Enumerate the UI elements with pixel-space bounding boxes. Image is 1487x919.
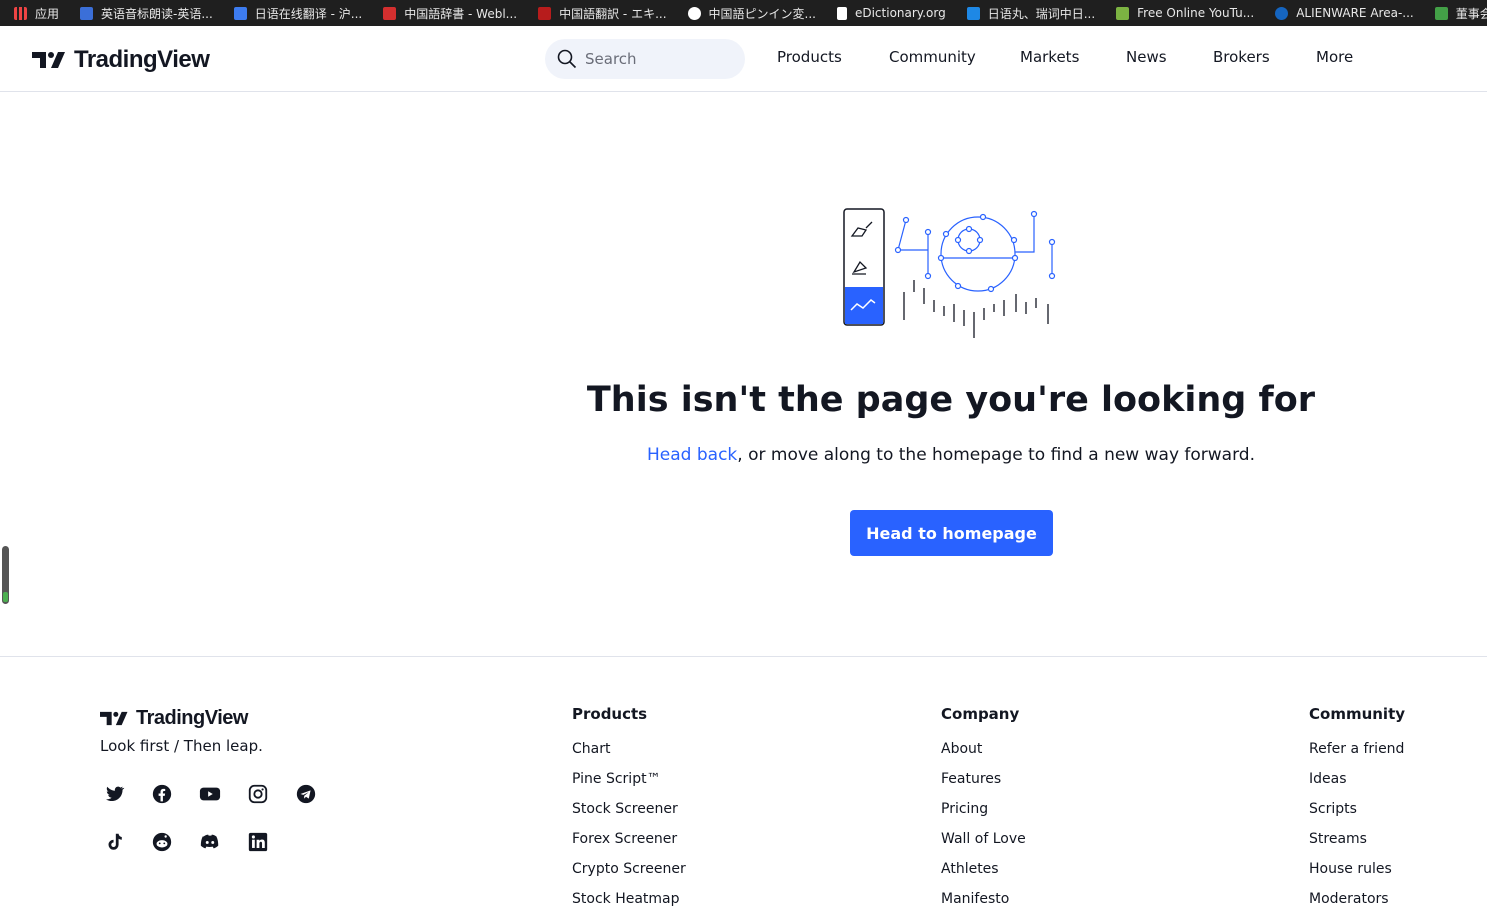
site-icon <box>966 6 980 20</box>
reddit-icon[interactable] <box>150 830 174 854</box>
footer-link[interactable]: House rules <box>1309 859 1405 889</box>
telegram-icon[interactable] <box>294 782 318 806</box>
footer-link[interactable]: Athletes <box>941 859 1026 889</box>
bookmark[interactable]: Free Online YouTu... <box>1102 0 1261 26</box>
bookmark[interactable]: 日语丸、瑞词中日... <box>953 0 1102 26</box>
footer-link[interactable]: Streams <box>1309 829 1405 859</box>
footer-link[interactable]: Stock Screener <box>572 799 686 829</box>
site-icon <box>233 6 247 20</box>
footer-column-community: Community Refer a friend Ideas Scripts S… <box>1309 705 1405 919</box>
facebook-icon[interactable] <box>150 782 174 806</box>
bookmark[interactable]: 中国語辞書 - Webl... <box>369 0 524 26</box>
tagline: Look first / Then leap. <box>100 737 263 755</box>
site-icon <box>1275 6 1289 20</box>
site-icon <box>687 6 701 20</box>
footer-link[interactable]: Forex Screener <box>572 829 686 859</box>
footer-link[interactable]: Pricing <box>941 799 1026 829</box>
site-footer: TradingView Look first / Then leap. Prod… <box>0 656 1487 907</box>
nav-more[interactable]: More <box>1316 48 1353 66</box>
tradingview-logo-icon <box>100 711 128 726</box>
bookmark[interactable]: 中国語翻訳 - エキ... <box>524 0 673 26</box>
site-icon <box>80 6 94 20</box>
footer-link[interactable]: Refer a friend <box>1309 739 1405 769</box>
bookmark[interactable]: ALIENWARE Area-... <box>1261 0 1421 26</box>
footer-link[interactable]: Scripts <box>1309 799 1405 829</box>
search-icon <box>557 49 577 69</box>
scroll-indicator <box>2 546 9 604</box>
bookmark[interactable]: 日语在线翻译 - 沪... <box>220 0 369 26</box>
linkedin-icon[interactable] <box>246 830 270 854</box>
bookmark-apps[interactable]: 应用 <box>0 0 66 26</box>
download-icon <box>1116 6 1130 20</box>
twitter-icon[interactable] <box>102 782 126 806</box>
bookmark[interactable]: 董事会指数 <box>1421 0 1487 26</box>
site-header: TradingView Products Community Markets N… <box>0 26 1487 92</box>
nav-community[interactable]: Community <box>889 48 976 66</box>
search-box[interactable] <box>545 39 745 79</box>
bookmark[interactable]: 英语音标朗读-英语... <box>66 0 220 26</box>
search-input[interactable] <box>585 50 735 68</box>
tradingview-logo[interactable]: TradingView <box>32 46 210 74</box>
apps-grid-icon <box>14 6 27 20</box>
tiktok-icon[interactable] <box>102 830 126 854</box>
footer-logo[interactable]: TradingView <box>100 707 248 730</box>
site-icon <box>383 6 397 20</box>
bookmarks-bar: 应用 英语音标朗读-英语... 日语在线翻译 - 沪... 中国語辞書 - We… <box>0 0 1487 26</box>
footer-link[interactable]: Pine Script™ <box>572 769 686 799</box>
footer-link[interactable]: Features <box>941 769 1026 799</box>
footer-link[interactable]: Crypto Screener <box>572 859 686 889</box>
footer-link[interactable]: About <box>941 739 1026 769</box>
footer-link[interactable]: Stock Heatmap <box>572 889 686 919</box>
nav-news[interactable]: News <box>1126 48 1167 66</box>
footer-link[interactable]: Manifesto <box>941 889 1026 919</box>
discord-icon[interactable] <box>198 830 222 854</box>
column-title: Products <box>572 705 648 723</box>
bookmark[interactable]: 中国語ピンイン変... <box>674 0 823 26</box>
bookmark[interactable]: eDictionary.org <box>823 0 953 26</box>
document-icon <box>836 6 847 20</box>
nav-products[interactable]: Products <box>777 48 842 66</box>
footer-link[interactable]: Moderators <box>1309 889 1405 919</box>
footer-link[interactable]: Ideas <box>1309 769 1405 799</box>
site-icon <box>1434 6 1448 20</box>
head-back-link[interactable]: Head back <box>647 445 737 465</box>
instagram-icon[interactable] <box>246 782 270 806</box>
nav-brokers[interactable]: Brokers <box>1213 48 1270 66</box>
column-title: Community <box>1309 705 1406 723</box>
footer-column-products: Products Chart Pine Script™ Stock Screen… <box>572 705 686 919</box>
404-illustration <box>843 208 1056 338</box>
footer-link[interactable]: Chart <box>572 739 686 769</box>
tradingview-logo-icon <box>32 52 65 68</box>
site-icon <box>538 6 552 20</box>
footer-column-company: Company About Features Pricing Wall of L… <box>941 705 1026 919</box>
head-to-homepage-button[interactable]: Head to homepage <box>850 510 1053 556</box>
nav-markets[interactable]: Markets <box>1020 48 1079 66</box>
column-title: Company <box>941 705 1020 723</box>
page-title: This isn't the page you're looking for <box>586 380 1316 420</box>
footer-link[interactable]: Wall of Love <box>941 829 1026 859</box>
page-subtitle: Head back, or move along to the homepage… <box>647 445 1255 465</box>
youtube-icon[interactable] <box>198 782 222 806</box>
